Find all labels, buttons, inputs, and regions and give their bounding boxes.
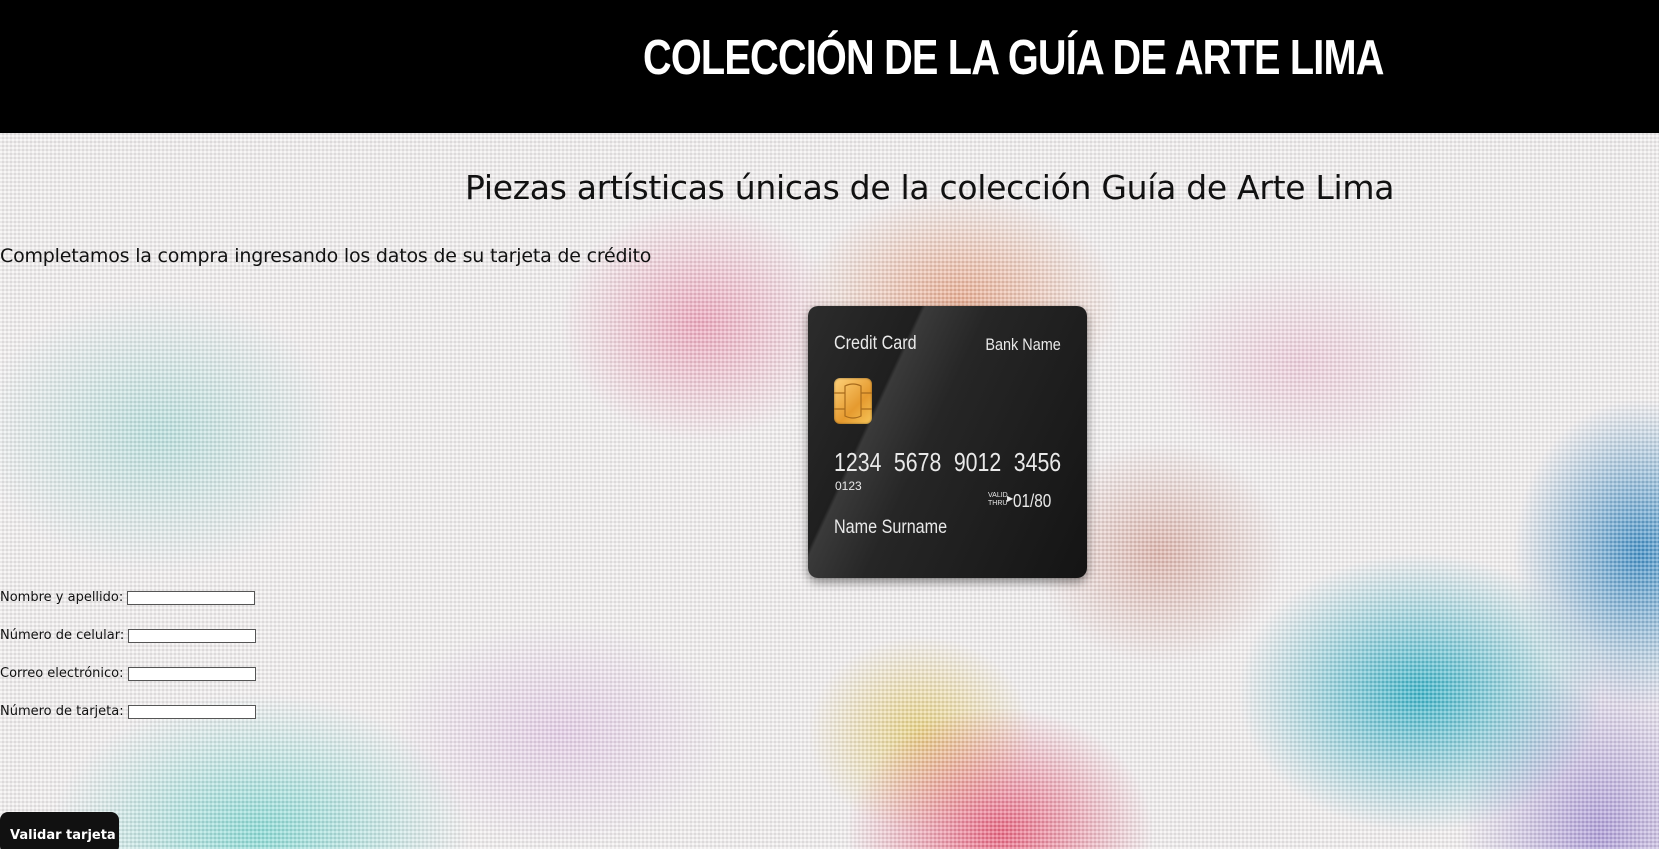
page: COLECCIÓN DE LA GUÍA DE ARTE LIMA Piezas… [0,0,1659,849]
page-title: COLECCIÓN DE LA GUÍA DE ARTE LIMA [643,31,1384,85]
credit-card-image: Credit Card Bank Name 1234 5678 9012 345… [808,306,1087,578]
form-row-name: Nombre y apellido: [0,589,256,607]
form-row-phone: Número de celular: [0,627,257,645]
card-type-label: Credit Card [834,333,917,354]
name-input[interactable] [127,591,256,605]
validate-card-button[interactable]: Validar tarjeta [0,812,119,849]
email-label: Correo electrónico: [0,666,124,681]
card-chip-icon [834,378,872,424]
card-small-code: 0123 [835,479,862,493]
card-number-label: Número de tarjeta: [0,704,124,719]
card-expiry: 01/80 [1013,491,1052,511]
card-number-input[interactable] [127,705,256,719]
validate-card-label: Validar tarjeta [10,828,116,843]
form-row-card-number: Número de tarjeta: [0,703,256,721]
card-bank-name: Bank Name [985,335,1061,354]
card-valid-thru-label: VALID THRU [988,492,1008,507]
card-number: 1234 5678 9012 3456 [834,447,1062,477]
header-bar: COLECCIÓN DE LA GUÍA DE ARTE LIMA [0,0,1659,133]
name-label: Nombre y apellido: [0,590,124,605]
email-input[interactable] [127,667,256,681]
card-holder-name: Name Surname [834,517,948,538]
form-row-email: Correo electrónico: [0,665,256,683]
purchase-instruction: Completamos la compra ingresando los dat… [0,245,652,267]
collection-subtitle: Piezas artísticas únicas de la colección… [465,168,1395,207]
phone-label: Número de celular: [0,628,125,643]
phone-input[interactable] [128,629,257,643]
